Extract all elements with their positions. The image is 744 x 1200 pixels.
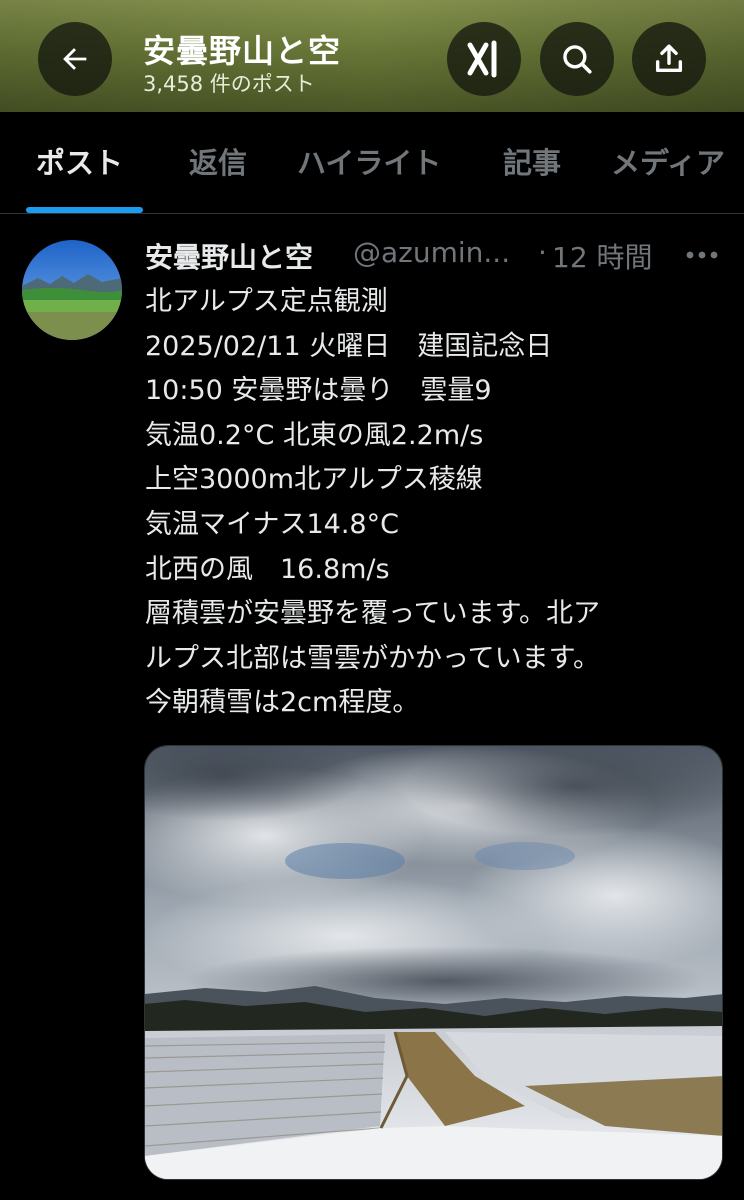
- post-photo[interactable]: [144, 745, 723, 1180]
- post-author-name[interactable]: 安曇野山と空: [145, 236, 313, 276]
- post-text-line: 北西の風 16.8m/s: [145, 553, 390, 585]
- tab-media[interactable]: メディア: [611, 140, 725, 182]
- more-icon: [686, 251, 718, 259]
- post-text-line: ルプス北部は雪雲がかかっています。: [145, 642, 600, 674]
- search-button[interactable]: [540, 22, 614, 96]
- tab-posts[interactable]: ポスト: [36, 140, 123, 182]
- post-text-line: 今朝積雪は2cm程度。: [145, 687, 420, 719]
- profile-header: 安曇野山と空 3,458 件のポスト: [0, 0, 744, 112]
- tab-articles[interactable]: 記事: [503, 140, 561, 182]
- post-text-line: 2025/02/11 火曜日 建国記念日: [145, 330, 553, 362]
- post-timestamp[interactable]: 12 時間: [552, 236, 653, 276]
- tab-highlights[interactable]: ハイライト: [297, 140, 441, 182]
- post-text-line: 気温0.2°C 北東の風2.2m/s: [145, 419, 484, 451]
- post-text: 北アルプス定点観測 2025/02/11 火曜日 建国記念日 10:50 安曇野…: [145, 280, 730, 726]
- more-options-button[interactable]: [682, 238, 722, 272]
- share-icon: [655, 44, 683, 73]
- post-author-handle[interactable]: @azumin...: [353, 236, 510, 269]
- back-button[interactable]: [38, 22, 112, 96]
- post-meta-separator: ·: [538, 236, 547, 269]
- post-text-line: 北アルプス定点観測: [145, 286, 388, 317]
- search-icon: [563, 45, 592, 74]
- active-tab-indicator: [26, 207, 143, 213]
- post-text-line: 層積雲が安曇野を覆っています。北ア: [145, 598, 600, 630]
- profile-title: 安曇野山と空: [143, 32, 342, 70]
- back-arrow-icon: [63, 48, 87, 70]
- post-count: 3,458 件のポスト: [143, 72, 315, 96]
- avatar-landscape-image: [22, 240, 122, 340]
- grok-icon: [467, 40, 497, 78]
- post-text-line: 10:50 安曇野は曇り 雲量9: [145, 375, 492, 407]
- avatar[interactable]: [22, 240, 122, 340]
- tab-replies[interactable]: 返信: [189, 140, 247, 182]
- grok-button[interactable]: [447, 22, 521, 96]
- profile-tabs: ポスト 返信 ハイライト 記事 メディア: [0, 112, 744, 214]
- post-text-line: 気温マイナス14.8°C: [145, 508, 399, 540]
- post-text-line: 上空3000m北アルプス稜線: [145, 464, 483, 496]
- share-button[interactable]: [632, 22, 706, 96]
- snowy-field-photo: [145, 746, 722, 1179]
